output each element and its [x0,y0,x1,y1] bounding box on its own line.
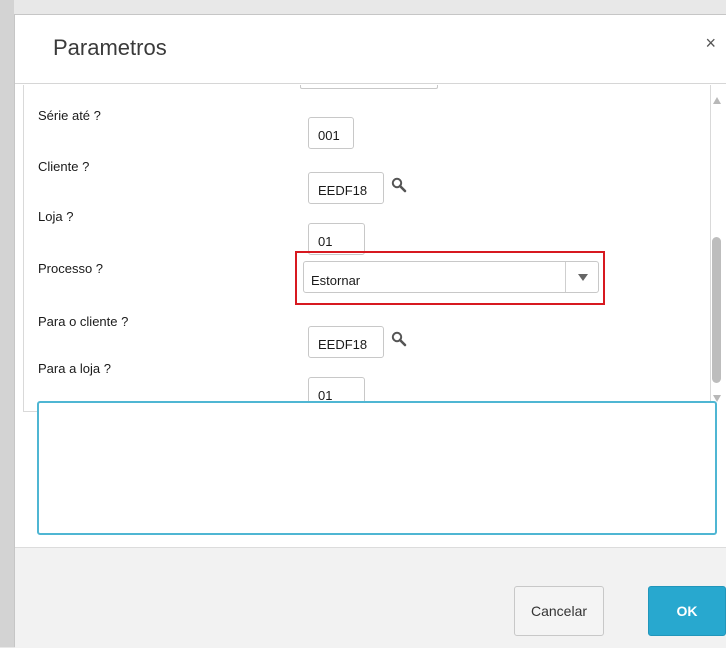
serie-ate-input[interactable]: 001 [308,117,354,149]
parameters-list: Série até ? 001 Cliente ? EEDF18 Loja ? … [23,85,711,412]
select-divider [565,262,566,292]
scroll-up-icon[interactable] [713,97,721,104]
cliente-input[interactable]: EEDF18 [308,172,384,204]
clipped-field [300,85,438,89]
processo-label: Processo ? [38,261,104,276]
processo-select[interactable]: Estornar [303,261,599,293]
dialog-header: Parametros × [15,15,726,84]
scrollbar[interactable] [711,85,725,412]
description-textarea[interactable] [37,401,717,535]
dialog-title: Parametros [53,35,167,60]
search-icon[interactable] [391,177,409,195]
para-cliente-label: Para o cliente ? [38,314,129,329]
processo-selected-value: Estornar [311,273,361,288]
scrollbar-thumb[interactable] [712,237,721,383]
chevron-down-icon[interactable] [578,274,588,281]
cliente-label: Cliente ? [38,159,90,174]
close-icon[interactable]: × [705,33,716,54]
processo-highlight: Estornar [295,251,605,305]
loja-label: Loja ? [38,209,74,224]
dialog-footer: Cancelar OK [15,548,726,648]
cancel-button[interactable]: Cancelar [514,586,604,636]
search-icon[interactable] [391,331,409,349]
background-panel [0,0,14,647]
parametros-dialog: Parametros × Série até ? 001 Cliente ? E… [14,14,726,648]
ok-button[interactable]: OK [648,586,726,636]
serie-ate-label: Série até ? [38,108,101,123]
para-cliente-input[interactable]: EEDF18 [308,326,384,358]
para-loja-label: Para a loja ? [38,361,111,376]
